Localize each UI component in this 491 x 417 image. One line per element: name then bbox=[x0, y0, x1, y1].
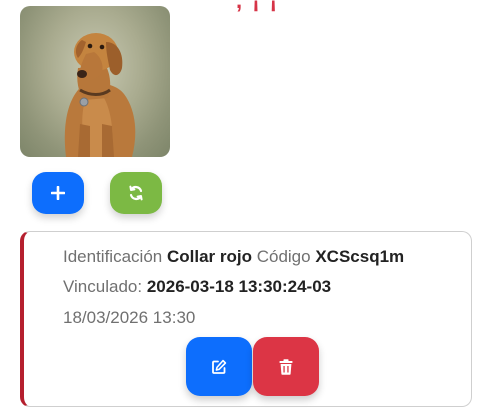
linked-label: Vinculado: bbox=[63, 277, 143, 296]
header-fragment: , ¡ ¡ bbox=[236, 0, 279, 13]
pet-photo bbox=[20, 6, 170, 157]
collar-record-card: Identificación Collar rojo Código XCScsq… bbox=[20, 231, 472, 407]
sync-button[interactable] bbox=[110, 172, 162, 214]
pet-detail-page: , ¡ ¡ Identificación Collar rojo Código … bbox=[0, 0, 491, 417]
identification-label: Identificación bbox=[63, 247, 163, 266]
identification-line: Identificación Collar rojo Código XCScsq… bbox=[63, 247, 404, 267]
dog-photo-icon bbox=[64, 33, 136, 157]
edit-button[interactable] bbox=[186, 337, 252, 396]
sync-icon bbox=[129, 185, 143, 201]
plus-icon bbox=[51, 186, 65, 200]
trash-icon bbox=[279, 358, 293, 375]
code-label: Código bbox=[256, 247, 311, 266]
linked-line: Vinculado: 2026-03-18 13:30:24-03 bbox=[63, 277, 331, 297]
delete-button[interactable] bbox=[253, 337, 319, 396]
edit-icon bbox=[212, 359, 227, 374]
linked-value: 2026-03-18 13:30:24-03 bbox=[146, 277, 332, 296]
add-button[interactable] bbox=[32, 172, 84, 214]
identification-value: Collar rojo bbox=[166, 247, 252, 266]
code-value: XCScsq1m bbox=[315, 247, 405, 266]
record-date: 18/03/2026 13:30 bbox=[63, 308, 196, 327]
